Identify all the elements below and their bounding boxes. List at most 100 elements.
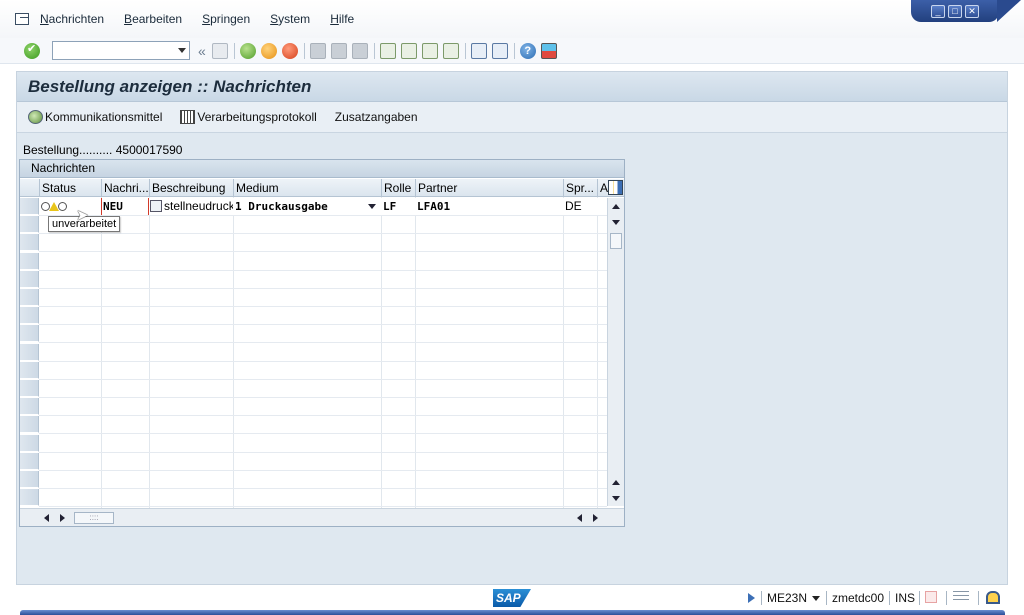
zusatzangaben-button[interactable]: Zusatzangaben <box>335 110 418 124</box>
minimize-icon[interactable]: _ <box>931 4 945 18</box>
column-a[interactable]: A <box>597 179 608 197</box>
standard-toolbar: « ? <box>0 38 1024 64</box>
medium-dropdown[interactable]: 1 Druckausgabe <box>233 198 381 215</box>
detail-icon[interactable] <box>150 200 162 212</box>
partner-value: LFA01 <box>417 200 451 213</box>
column-status[interactable]: Status <box>39 179 101 197</box>
new-session-icon[interactable] <box>470 42 487 59</box>
row-selector[interactable] <box>20 216 39 234</box>
vertical-scrollbar[interactable] <box>607 198 624 506</box>
customize-icon[interactable] <box>953 591 969 603</box>
menu-hilfe[interactable]: Hilfe <box>330 12 354 26</box>
row-selector[interactable] <box>20 361 39 379</box>
next-page-icon[interactable] <box>421 42 438 59</box>
scroll-right-icon[interactable] <box>593 514 598 522</box>
sap-logo: SAP <box>493 589 531 607</box>
print-icon[interactable] <box>309 42 326 59</box>
menu-nachrichten[interactable]: Nachrichten <box>40 12 104 26</box>
chevron-down-icon[interactable] <box>368 204 376 209</box>
transaction-code[interactable]: ME23N <box>767 591 807 605</box>
rolle-cell[interactable]: LF <box>381 198 415 215</box>
taskbar-edge <box>20 610 1005 615</box>
nachricht-cell[interactable]: NEU <box>101 198 149 215</box>
scroll-up-icon[interactable] <box>612 480 620 485</box>
row-divider <box>39 306 607 307</box>
collapse-icon[interactable]: « <box>198 43 206 59</box>
column-beschreibung[interactable]: Beschreibung <box>149 179 233 197</box>
partner-cell[interactable]: LFA01 <box>415 198 563 215</box>
row-divider <box>39 469 607 471</box>
kommunikationsmittel-button[interactable]: Kommunikationsmittel <box>28 110 162 124</box>
table-row[interactable]: NEU stellneudruck 1 Druckausgabe LF LFA0… <box>39 198 607 215</box>
row-selector[interactable] <box>20 398 39 416</box>
exit-icon[interactable] <box>260 42 277 59</box>
row-selector[interactable] <box>20 380 39 397</box>
find-icon[interactable] <box>330 42 347 59</box>
row-selector[interactable] <box>20 289 39 306</box>
column-partner[interactable]: Partner <box>415 179 563 197</box>
status-toggle-icon[interactable] <box>748 593 755 603</box>
verarbeitungsprotokoll-button[interactable]: Verarbeitungsprotokoll <box>180 110 317 124</box>
column-medium[interactable]: Medium <box>233 179 381 197</box>
toolbar-divider <box>233 42 235 59</box>
shortcut-icon[interactable] <box>491 42 508 59</box>
layout-settings-icon[interactable] <box>540 42 557 59</box>
zusatzangaben-label: Zusatzangaben <box>334 110 418 124</box>
row-selector[interactable] <box>20 252 39 270</box>
row-selector[interactable] <box>20 434 39 452</box>
row-selector[interactable] <box>20 343 39 361</box>
insert-mode[interactable]: INS <box>895 591 915 605</box>
menu-bearbeiten[interactable]: Bearbeiten <box>124 12 182 26</box>
horizontal-scrollbar[interactable]: :::: <box>20 508 624 526</box>
verarbeitungsprotokoll-label: Verarbeitungsprotokoll <box>197 110 317 124</box>
column-divider <box>101 197 102 508</box>
chevron-down-icon[interactable] <box>812 596 820 601</box>
menu-springen[interactable]: Springen <box>202 12 250 26</box>
row-divider <box>39 397 607 398</box>
column-divider <box>415 197 416 508</box>
scroll-thumb[interactable] <box>610 233 622 249</box>
row-selector[interactable] <box>20 471 39 488</box>
bestellung-value: 4500017590 <box>115 143 183 157</box>
row-selector[interactable] <box>20 416 39 434</box>
last-page-icon[interactable] <box>442 42 459 59</box>
row-selector[interactable] <box>20 489 39 507</box>
menu-screen-icon[interactable] <box>14 12 32 26</box>
previous-page-icon[interactable] <box>400 42 417 59</box>
menu-system[interactable]: System <box>270 12 310 26</box>
help-icon[interactable]: ? <box>519 42 536 59</box>
application-toolbar: Kommunikationsmittel Verarbeitungsprotok… <box>17 102 1007 133</box>
row-selector[interactable] <box>20 452 39 470</box>
scroll-down-icon[interactable] <box>612 220 620 225</box>
save-icon[interactable] <box>211 42 228 59</box>
row-selector[interactable] <box>20 307 39 325</box>
cancel-icon[interactable] <box>281 42 298 59</box>
scroll-down-icon[interactable] <box>612 496 620 501</box>
row-selector[interactable] <box>20 198 39 215</box>
scroll-left-icon[interactable] <box>577 514 582 522</box>
close-icon[interactable]: ✕ <box>965 4 979 18</box>
row-selector[interactable] <box>20 234 39 252</box>
enter-icon[interactable] <box>24 42 40 59</box>
select-all-header[interactable] <box>20 179 39 197</box>
lock-icon[interactable] <box>986 591 1000 604</box>
column-nachricht[interactable]: Nachri... <box>101 179 149 197</box>
column-rolle[interactable]: Rolle <box>381 179 415 197</box>
row-selector[interactable] <box>20 270 39 288</box>
find-next-icon[interactable] <box>351 42 368 59</box>
column-sprache[interactable]: Spr... <box>563 179 597 197</box>
scroll-up-icon[interactable] <box>612 204 620 209</box>
scroll-right-icon[interactable] <box>60 514 65 522</box>
first-page-icon[interactable] <box>379 42 396 59</box>
row-selector[interactable] <box>20 325 39 343</box>
beschreibung-cell[interactable]: stellneudruck <box>149 198 233 215</box>
table-settings-icon[interactable] <box>608 180 623 195</box>
maximize-icon[interactable]: □ <box>948 4 962 18</box>
scroll-left-icon[interactable] <box>44 514 49 522</box>
chevron-down-icon[interactable] <box>178 48 186 53</box>
scroll-thumb[interactable]: :::: <box>74 512 114 524</box>
column-divider <box>381 197 382 508</box>
back-icon[interactable] <box>239 42 256 59</box>
sprache-cell[interactable]: DE <box>563 198 597 215</box>
command-field[interactable] <box>52 41 190 60</box>
